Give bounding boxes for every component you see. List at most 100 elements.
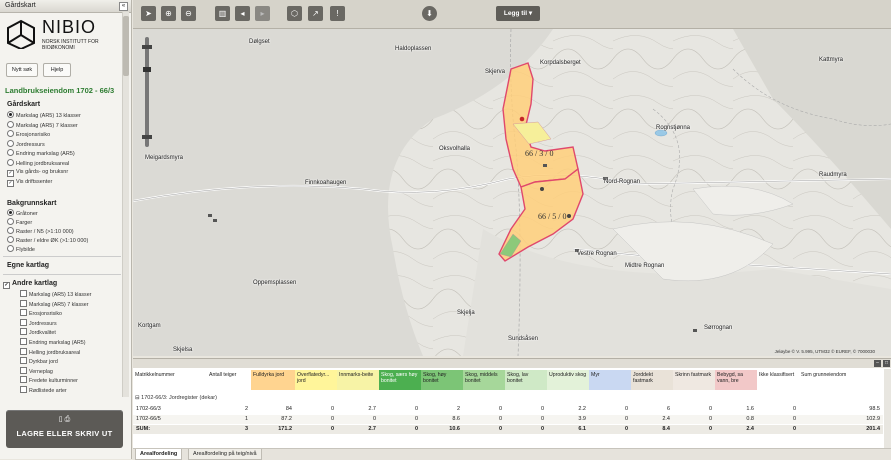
column-header[interactable]: Overflatedyr... jord xyxy=(295,370,337,390)
gardskart-option[interactable]: Jordressurs xyxy=(7,139,45,149)
column-header[interactable]: Bebygd, sa vann, bre xyxy=(715,370,757,390)
layer-label: Helling jordbruksareal xyxy=(29,349,81,356)
map-view[interactable]: Dølgset Haldoplassen Korpdalsberget Kattmyr… xyxy=(133,29,891,356)
table-cell: 0.8 xyxy=(746,416,754,422)
bakgrunn-option[interactable]: Gråtoner xyxy=(7,209,38,218)
radio-button[interactable] xyxy=(7,139,14,147)
layer-item[interactable]: Jordkvalitet xyxy=(20,328,56,337)
bakgrunn-option[interactable]: Raster / N5 (>1:10 000) xyxy=(7,227,74,236)
checkbox[interactable] xyxy=(20,386,27,393)
gardskart-option[interactable]: Erosjonsrisiko xyxy=(7,130,50,139)
help-button[interactable]: Hjelp xyxy=(43,63,71,77)
column-header[interactable]: Innmarks-beite xyxy=(337,370,379,390)
checkbox[interactable] xyxy=(20,347,27,355)
column-header[interactable]: Jorddekt fastmark xyxy=(631,370,673,390)
save-or-print-button[interactable]: ▯ ⎙ LAGRE ELLER SKRIV UT xyxy=(6,410,123,448)
radio-button[interactable] xyxy=(7,120,14,128)
checkbox[interactable]: ✓ xyxy=(7,179,14,187)
column-header[interactable]: Matrikkelnummer xyxy=(133,370,207,390)
checkbox[interactable] xyxy=(20,318,27,326)
gardskart-option[interactable]: Endring markslag (AR5) xyxy=(7,149,75,158)
checkbox[interactable]: ✓ xyxy=(3,282,10,289)
checkbox[interactable] xyxy=(20,376,27,384)
layer-item[interactable]: Endring markslag (AR5) xyxy=(20,338,86,347)
radio-button[interactable] xyxy=(7,218,14,225)
column-header[interactable]: Skog, lav bonitet xyxy=(505,370,547,390)
back-icon[interactable]: ◂ xyxy=(235,6,250,21)
radio-button[interactable] xyxy=(7,209,14,216)
radio-button[interactable] xyxy=(7,245,14,252)
gardskart-option[interactable]: ✓ Vis gårds- og bruksnr xyxy=(7,168,68,177)
add-layer-dropdown[interactable]: Legg til ▾ xyxy=(496,6,540,21)
property-title: Landbrukseiendom 1702 - 66/3 xyxy=(5,86,115,95)
table-group-title[interactable]: ⊟ 1702-66/3: Jordregister (dekar) xyxy=(135,395,217,401)
tab-arealfordeling-teig[interactable]: Arealfordeling på teig/nivå xyxy=(188,449,262,460)
checkbox[interactable] xyxy=(20,299,27,307)
checkbox[interactable] xyxy=(20,328,27,336)
measure-line-icon[interactable]: ↗ xyxy=(308,6,323,21)
andre-kartlag-heading[interactable]: ✓ Andre kartlag xyxy=(3,280,57,289)
column-header[interactable]: Antall teiger xyxy=(207,370,251,390)
tab-arealfordeling[interactable]: Arealfordeling xyxy=(135,449,183,460)
radio-button[interactable] xyxy=(7,227,14,234)
layer-item[interactable]: Verneplag xyxy=(20,366,53,376)
gardskart-option[interactable]: Markslag (AR5) 13 klasser xyxy=(7,111,81,120)
table-row[interactable]: 1702-66/5 1 87.2 0 0 0 8.6 0 0 3.9 0 2.4 0 0.8 0 102.9 xyxy=(133,415,883,424)
gardskart-option[interactable]: Helling jordbruksareal xyxy=(7,158,69,168)
checkbox[interactable] xyxy=(20,366,27,374)
egne-kartlag-heading[interactable]: Egne kartlag xyxy=(7,262,49,269)
column-header[interactable]: Skrinn fastmark xyxy=(673,370,715,390)
column-header[interactable]: Skog, middels bonitet xyxy=(463,370,505,390)
layer-item[interactable]: Jordressurs xyxy=(20,318,57,328)
layer-item[interactable]: Helling jordbruksareal xyxy=(20,347,81,357)
collapse-panel-button[interactable]: « xyxy=(119,2,128,11)
checkbox[interactable]: ✓ xyxy=(7,170,14,177)
measure-area-icon[interactable]: ⬡ xyxy=(287,6,302,21)
column-header[interactable]: Fulldyrka jord xyxy=(251,370,295,390)
bakgrunn-option[interactable]: Raster / eldre ØK (>1:10 000) xyxy=(7,236,88,245)
table-scrollbar[interactable] xyxy=(884,369,891,449)
new-search-button[interactable]: Nytt søk xyxy=(6,63,38,77)
radio-button[interactable] xyxy=(7,149,14,156)
checkbox[interactable] xyxy=(20,290,27,297)
layer-item[interactable]: Dyrkbar jord xyxy=(20,357,58,366)
info-icon[interactable]: ! xyxy=(330,6,345,21)
radio-button[interactable] xyxy=(7,130,14,137)
checkbox[interactable] xyxy=(20,309,27,317)
column-header[interactable]: Myr xyxy=(589,370,631,390)
panel-scrollbar[interactable] xyxy=(122,12,129,397)
layer-item[interactable]: Erosjonsrisiko xyxy=(20,309,62,318)
radio-button[interactable] xyxy=(7,236,14,243)
table-row[interactable]: SUM: 3 171.2 0 2.7 0 10.6 0 0 6.1 0 8.4 0 2.4 0 201.4 xyxy=(133,425,883,434)
gardskart-option[interactable]: Markslag (AR5) 7 klasser xyxy=(7,120,78,130)
table-row[interactable]: 1702-66/3 2 84 0 2.7 0 2 0 0 2.2 0 6 0 1.6 0 98.5 xyxy=(133,405,883,414)
map-book-icon[interactable]: ▥ xyxy=(215,6,230,21)
table-tabs: Arealfordeling Arealfordeling på teig/ni… xyxy=(133,448,891,460)
checkbox[interactable] xyxy=(20,338,27,345)
column-header[interactable]: Uproduktiv skog xyxy=(547,370,589,390)
radio-button[interactable] xyxy=(7,158,14,166)
bakgrunn-option[interactable]: Farger xyxy=(7,218,32,227)
maximize-icon[interactable]: □ xyxy=(883,360,890,367)
zoom-in-icon[interactable]: ⊕ xyxy=(161,6,176,21)
layer-item[interactable]: Rødlistede arter xyxy=(20,386,67,395)
zoom-out-icon[interactable]: ⊖ xyxy=(181,6,196,21)
column-header[interactable]: Sum grunneiendom xyxy=(799,370,883,390)
scroll-thumb[interactable] xyxy=(123,16,129,76)
column-header[interactable]: Skog, særs høy bonitet xyxy=(379,370,421,390)
gardskart-option[interactable]: ✓ Vis driftssenter xyxy=(7,178,52,187)
column-header[interactable]: Skog, høy bonitet xyxy=(421,370,463,390)
layer-item[interactable]: Markslag (AR5) 13 klasser xyxy=(20,290,91,299)
zoom-slider[interactable] xyxy=(142,37,152,147)
layer-item[interactable]: Fredete kulturminner xyxy=(20,376,78,385)
forward-icon[interactable]: ▸ xyxy=(255,6,270,21)
bakgrunn-option[interactable]: Flybilde xyxy=(7,245,35,254)
pointer-tool-icon[interactable]: ➤ xyxy=(141,6,156,21)
table-cell: 0 xyxy=(624,406,628,412)
layer-item[interactable]: Markslag (AR5) 7 klasser xyxy=(20,299,88,309)
column-header[interactable]: Ikke klassifisert xyxy=(757,370,799,390)
minimize-icon[interactable]: – xyxy=(874,360,881,367)
download-icon[interactable]: ⬇ xyxy=(422,6,437,21)
checkbox[interactable] xyxy=(20,357,27,365)
radio-button[interactable] xyxy=(7,111,14,118)
